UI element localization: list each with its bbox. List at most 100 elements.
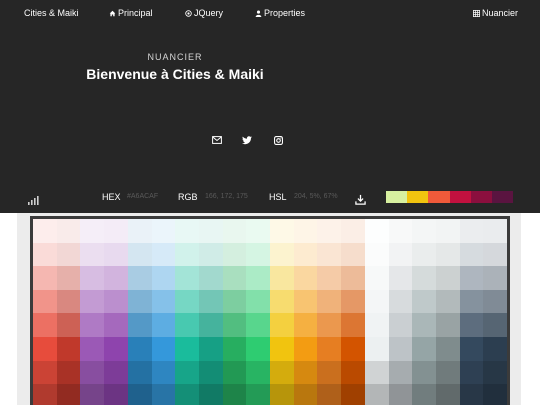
palette-swatch[interactable]	[459, 219, 484, 243]
selected-swatch[interactable]	[428, 191, 450, 203]
palette-swatch[interactable]	[435, 289, 460, 314]
palette-swatch[interactable]	[435, 360, 460, 385]
palette-swatch[interactable]	[56, 266, 81, 290]
palette-swatch[interactable]	[222, 384, 247, 405]
palette-swatch[interactable]	[127, 289, 152, 314]
palette-swatch[interactable]	[198, 219, 223, 243]
palette-swatch[interactable]	[459, 289, 484, 314]
palette-swatch[interactable]	[104, 336, 128, 361]
mail-icon[interactable]	[211, 134, 223, 146]
palette-swatch[interactable]	[151, 384, 176, 405]
nav-item-jquery[interactable]: JQuery	[185, 8, 223, 18]
palette-swatch[interactable]	[317, 219, 342, 243]
palette-swatch[interactable]	[33, 384, 57, 405]
palette-swatch[interactable]	[293, 360, 318, 385]
signal-bars-icon[interactable]	[27, 193, 39, 205]
palette-swatch[interactable]	[104, 219, 128, 243]
palette-swatch[interactable]	[175, 384, 199, 405]
palette-swatch[interactable]	[198, 384, 223, 405]
palette-swatch[interactable]	[483, 360, 507, 385]
palette-swatch[interactable]	[341, 360, 365, 385]
palette-swatch[interactable]	[56, 289, 81, 314]
palette-swatch[interactable]	[127, 360, 152, 385]
palette-swatch[interactable]	[364, 336, 389, 361]
palette-swatch[interactable]	[483, 289, 507, 314]
palette-swatch[interactable]	[222, 313, 247, 337]
palette-swatch[interactable]	[317, 266, 342, 290]
palette-swatch[interactable]	[483, 219, 507, 243]
palette-swatch[interactable]	[198, 313, 223, 337]
palette-swatch[interactable]	[222, 219, 247, 243]
palette-swatch[interactable]	[33, 219, 57, 243]
palette-swatch[interactable]	[483, 336, 507, 361]
palette-swatch[interactable]	[127, 266, 152, 290]
palette-swatch[interactable]	[56, 336, 81, 361]
palette-swatch[interactable]	[104, 360, 128, 385]
palette-swatch[interactable]	[246, 384, 270, 405]
palette-swatch[interactable]	[56, 313, 81, 337]
palette-swatch[interactable]	[459, 384, 484, 405]
palette-swatch[interactable]	[175, 336, 199, 361]
palette-swatch[interactable]	[175, 242, 199, 267]
palette-swatch[interactable]	[341, 336, 365, 361]
palette-swatch[interactable]	[412, 266, 436, 290]
palette-swatch[interactable]	[198, 266, 223, 290]
hsl-value[interactable]: 204, 5%, 67%	[294, 193, 338, 200]
palette-swatch[interactable]	[412, 360, 436, 385]
palette-swatch[interactable]	[483, 313, 507, 337]
palette-swatch[interactable]	[435, 219, 460, 243]
palette-swatch[interactable]	[175, 219, 199, 243]
palette-swatch[interactable]	[341, 384, 365, 405]
palette-swatch[interactable]	[293, 242, 318, 267]
palette-swatch[interactable]	[104, 384, 128, 405]
palette-swatch[interactable]	[151, 219, 176, 243]
palette-swatch[interactable]	[388, 360, 413, 385]
palette-swatch[interactable]	[80, 360, 105, 385]
palette-swatch[interactable]	[341, 313, 365, 337]
palette-swatch[interactable]	[341, 266, 365, 290]
brand-link[interactable]: Cities & Maiki	[24, 8, 79, 18]
palette-swatch[interactable]	[246, 266, 270, 290]
hex-value[interactable]: #A6ACAF	[127, 193, 158, 200]
palette-swatch[interactable]	[459, 336, 484, 361]
palette-swatch[interactable]	[246, 242, 270, 267]
palette-swatch[interactable]	[388, 266, 413, 290]
nav-item-principal[interactable]: Principal	[109, 8, 153, 18]
palette-swatch[interactable]	[293, 289, 318, 314]
palette-swatch[interactable]	[246, 289, 270, 314]
palette-swatch[interactable]	[435, 313, 460, 337]
palette-swatch[interactable]	[222, 289, 247, 314]
palette-swatch[interactable]	[151, 313, 176, 337]
palette-swatch[interactable]	[56, 360, 81, 385]
palette-swatch[interactable]	[317, 384, 342, 405]
palette-swatch[interactable]	[459, 313, 484, 337]
palette-swatch[interactable]	[459, 266, 484, 290]
palette-swatch[interactable]	[151, 242, 176, 267]
palette-swatch[interactable]	[80, 242, 105, 267]
palette-swatch[interactable]	[80, 336, 105, 361]
palette-swatch[interactable]	[483, 384, 507, 405]
palette-swatch[interactable]	[412, 219, 436, 243]
palette-swatch[interactable]	[317, 313, 342, 337]
palette-swatch[interactable]	[435, 384, 460, 405]
palette-swatch[interactable]	[127, 219, 152, 243]
palette-swatch[interactable]	[459, 242, 484, 267]
palette-swatch[interactable]	[270, 219, 294, 243]
palette-swatch[interactable]	[80, 313, 105, 337]
palette-swatch[interactable]	[293, 313, 318, 337]
selected-swatch[interactable]	[470, 191, 492, 203]
palette-swatch[interactable]	[80, 266, 105, 290]
palette-swatch[interactable]	[317, 242, 342, 267]
selected-swatch[interactable]	[407, 191, 429, 203]
palette-swatch[interactable]	[33, 360, 57, 385]
palette-swatch[interactable]	[412, 384, 436, 405]
selected-swatch[interactable]	[386, 191, 408, 203]
palette-swatch[interactable]	[33, 266, 57, 290]
palette-swatch[interactable]	[388, 219, 413, 243]
palette-swatch[interactable]	[317, 289, 342, 314]
palette-swatch[interactable]	[412, 289, 436, 314]
palette-swatch[interactable]	[364, 289, 389, 314]
palette-swatch[interactable]	[293, 266, 318, 290]
palette-swatch[interactable]	[388, 313, 413, 337]
rgb-value[interactable]: 166, 172, 175	[205, 193, 248, 200]
